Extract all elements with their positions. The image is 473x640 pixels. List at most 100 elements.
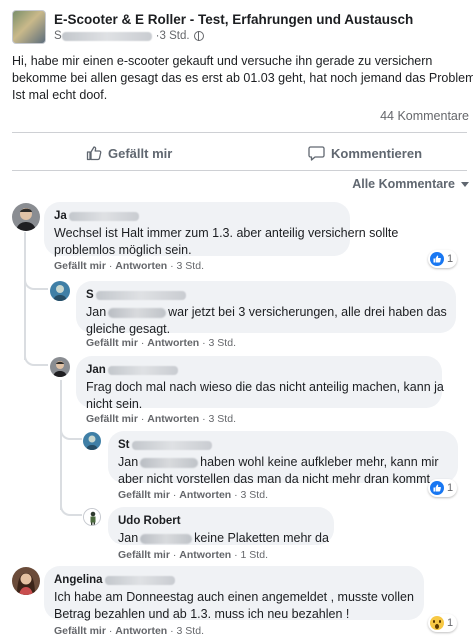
post-text-line: Ist mal echt doof. [12,88,108,102]
comment-actions: Gefällt mir · Antworten · 3 Std. [54,260,204,272]
redacted-name [108,307,167,318]
comment-actions: Gefällt mir · Antworten · 3 Std. [118,489,268,501]
mention[interactable]: Jan [118,455,138,469]
comment-count[interactable]: 44 Kommentare [380,109,469,123]
comment-reply-link[interactable]: Antworten [115,625,167,637]
post-header: E-Scooter & E Roller - Test, Erfahrungen… [12,10,467,46]
comment-author[interactable]: Jan [86,362,432,379]
comment-text-line: problemlos möglich sein. [54,243,192,257]
all-comments-filter[interactable]: Alle Kommentare [352,177,469,191]
comment-text-line: Jan war jetzt bei 3 versicherungen, alle … [86,305,447,319]
comment-button[interactable]: Kommentieren [308,141,422,165]
comment-actions: Gefällt mir · Antworten · 3 Std. [54,625,204,637]
comment-text-line: Jan keine Plaketten mehr da [118,531,329,545]
avatar[interactable] [83,508,101,526]
comment-like-link[interactable]: Gefällt mir [118,489,170,501]
comment-text-line: aber nicht vorstellen das man da nicht m… [118,472,434,486]
like-reaction-icon [430,252,444,266]
comment-time[interactable]: 3 Std. [241,489,268,501]
redacted-name [140,533,193,544]
avatar-image [50,357,70,377]
comment-time[interactable]: 3 Std. [209,337,236,349]
thumbs-up-icon [86,146,102,161]
post-time[interactable]: 3 Std. [160,30,190,42]
comment-reply-link[interactable]: Antworten [179,489,231,501]
reaction-badge[interactable]: 1 [428,614,458,632]
comment-author[interactable]: Ja [54,208,340,225]
reaction-badge[interactable]: 1 [428,479,458,497]
comment-like-link[interactable]: Gefällt mir [86,413,138,425]
avatar[interactable] [12,203,40,231]
filter-label: Alle Kommentare [352,177,455,191]
thread-connector [24,270,48,290]
mention[interactable]: Jan [86,305,106,319]
comment-text-line: Ich habe am Donneestag auch einen angeme… [54,590,414,604]
mention[interactable]: Jan [118,531,138,545]
comment-time[interactable]: 3 Std. [177,260,204,272]
divider [12,170,467,171]
comment-text-line: gleiche gesagt. [86,322,171,336]
comment-reply-link[interactable]: Antworten [147,413,199,425]
avatar[interactable] [83,432,101,450]
reaction-count: 1 [447,253,454,265]
redacted-name [95,291,186,300]
comment-like-link[interactable]: Gefällt mir [86,337,138,349]
comment-author[interactable]: S [86,287,446,304]
comment-like-link[interactable]: Gefällt mir [118,549,170,561]
comment-bubble: Udo Robert Jan keine Plaketten mehr da [108,507,334,545]
redacted-name [68,212,139,221]
comment-text-line: Betrag bezahlen und ab 1.3. muss ich neu… [54,607,350,621]
comment-reply-link[interactable]: Antworten [147,337,199,349]
comment-text-line: Jan haben wohl keine aufkleber mehr, kann… [118,455,439,469]
comment-time[interactable]: 3 Std. [177,625,204,637]
globe-icon [193,31,204,41]
avatar[interactable] [12,567,40,595]
comment-text-line: Frag doch mal nach wieso die das nicht a… [86,380,444,394]
reaction-count: 1 [447,482,454,494]
thread-connector [24,346,48,366]
avatar[interactable] [50,281,70,301]
comment-actions: Gefällt mir · Antworten · 3 Std. [86,413,236,425]
comment-author[interactable]: Udo Robert [118,513,324,530]
comment-label: Kommentieren [331,145,423,161]
comment-author[interactable]: Angelina [54,572,414,589]
redacted-name [140,457,199,468]
comment-time[interactable]: 1 Std. [241,549,268,561]
avatar[interactable] [50,357,70,377]
avatar-image [12,567,40,595]
avatar-image [83,432,101,450]
comment-author[interactable]: St [118,437,448,454]
redacted-name [61,31,152,41]
like-label: Gefällt mir [108,145,173,161]
comment-bubble: S Jan war jetzt bei 3 versicherungen, all… [76,281,456,336]
comment-bubble: Angelina Ich habe am Donneestag auch ein… [44,566,424,621]
avatar-image [12,203,40,231]
comment-reply-link[interactable]: Antworten [179,549,231,561]
reaction-badge[interactable]: 1 [428,250,458,268]
reaction-count: 1 [447,617,454,629]
post-text-line: bekomme bei allen gesagt das es erst ab … [12,71,473,85]
comment-text-line: nicht sein. [86,397,143,411]
comment-icon [308,146,325,161]
comment-reply-link[interactable]: Antworten [115,260,167,272]
redacted-name [104,576,175,585]
post-text: Hi, habe mir einen e-scooter gekauft und… [12,53,473,104]
comment-actions: Gefällt mir · Antworten · 3 Std. [86,337,236,349]
comment-time[interactable]: 3 Std. [209,413,236,425]
post-author-name[interactable]: S [54,30,62,42]
thread-connector [60,496,82,516]
like-button[interactable]: Gefällt mir [86,141,172,165]
comment-like-link[interactable]: Gefällt mir [54,625,106,637]
avatar-image [84,509,100,525]
comment-bubble: St Jan haben wohl keine aufkleber mehr, k… [108,431,458,486]
comment-like-link[interactable]: Gefällt mir [54,260,106,272]
redacted-name [107,366,178,375]
group-name[interactable]: E-Scooter & E Roller - Test, Erfahrungen… [54,12,413,27]
thread-line [24,232,26,360]
thread-connector [60,420,82,440]
avatar-image [50,281,70,301]
group-avatar[interactable] [12,10,46,44]
post-meta: S · 3 Std. [54,30,204,42]
post-text-line: Hi, habe mir einen e-scooter gekauft und… [12,54,433,68]
post-card: E-Scooter & E Roller - Test, Erfahrungen… [0,0,473,640]
